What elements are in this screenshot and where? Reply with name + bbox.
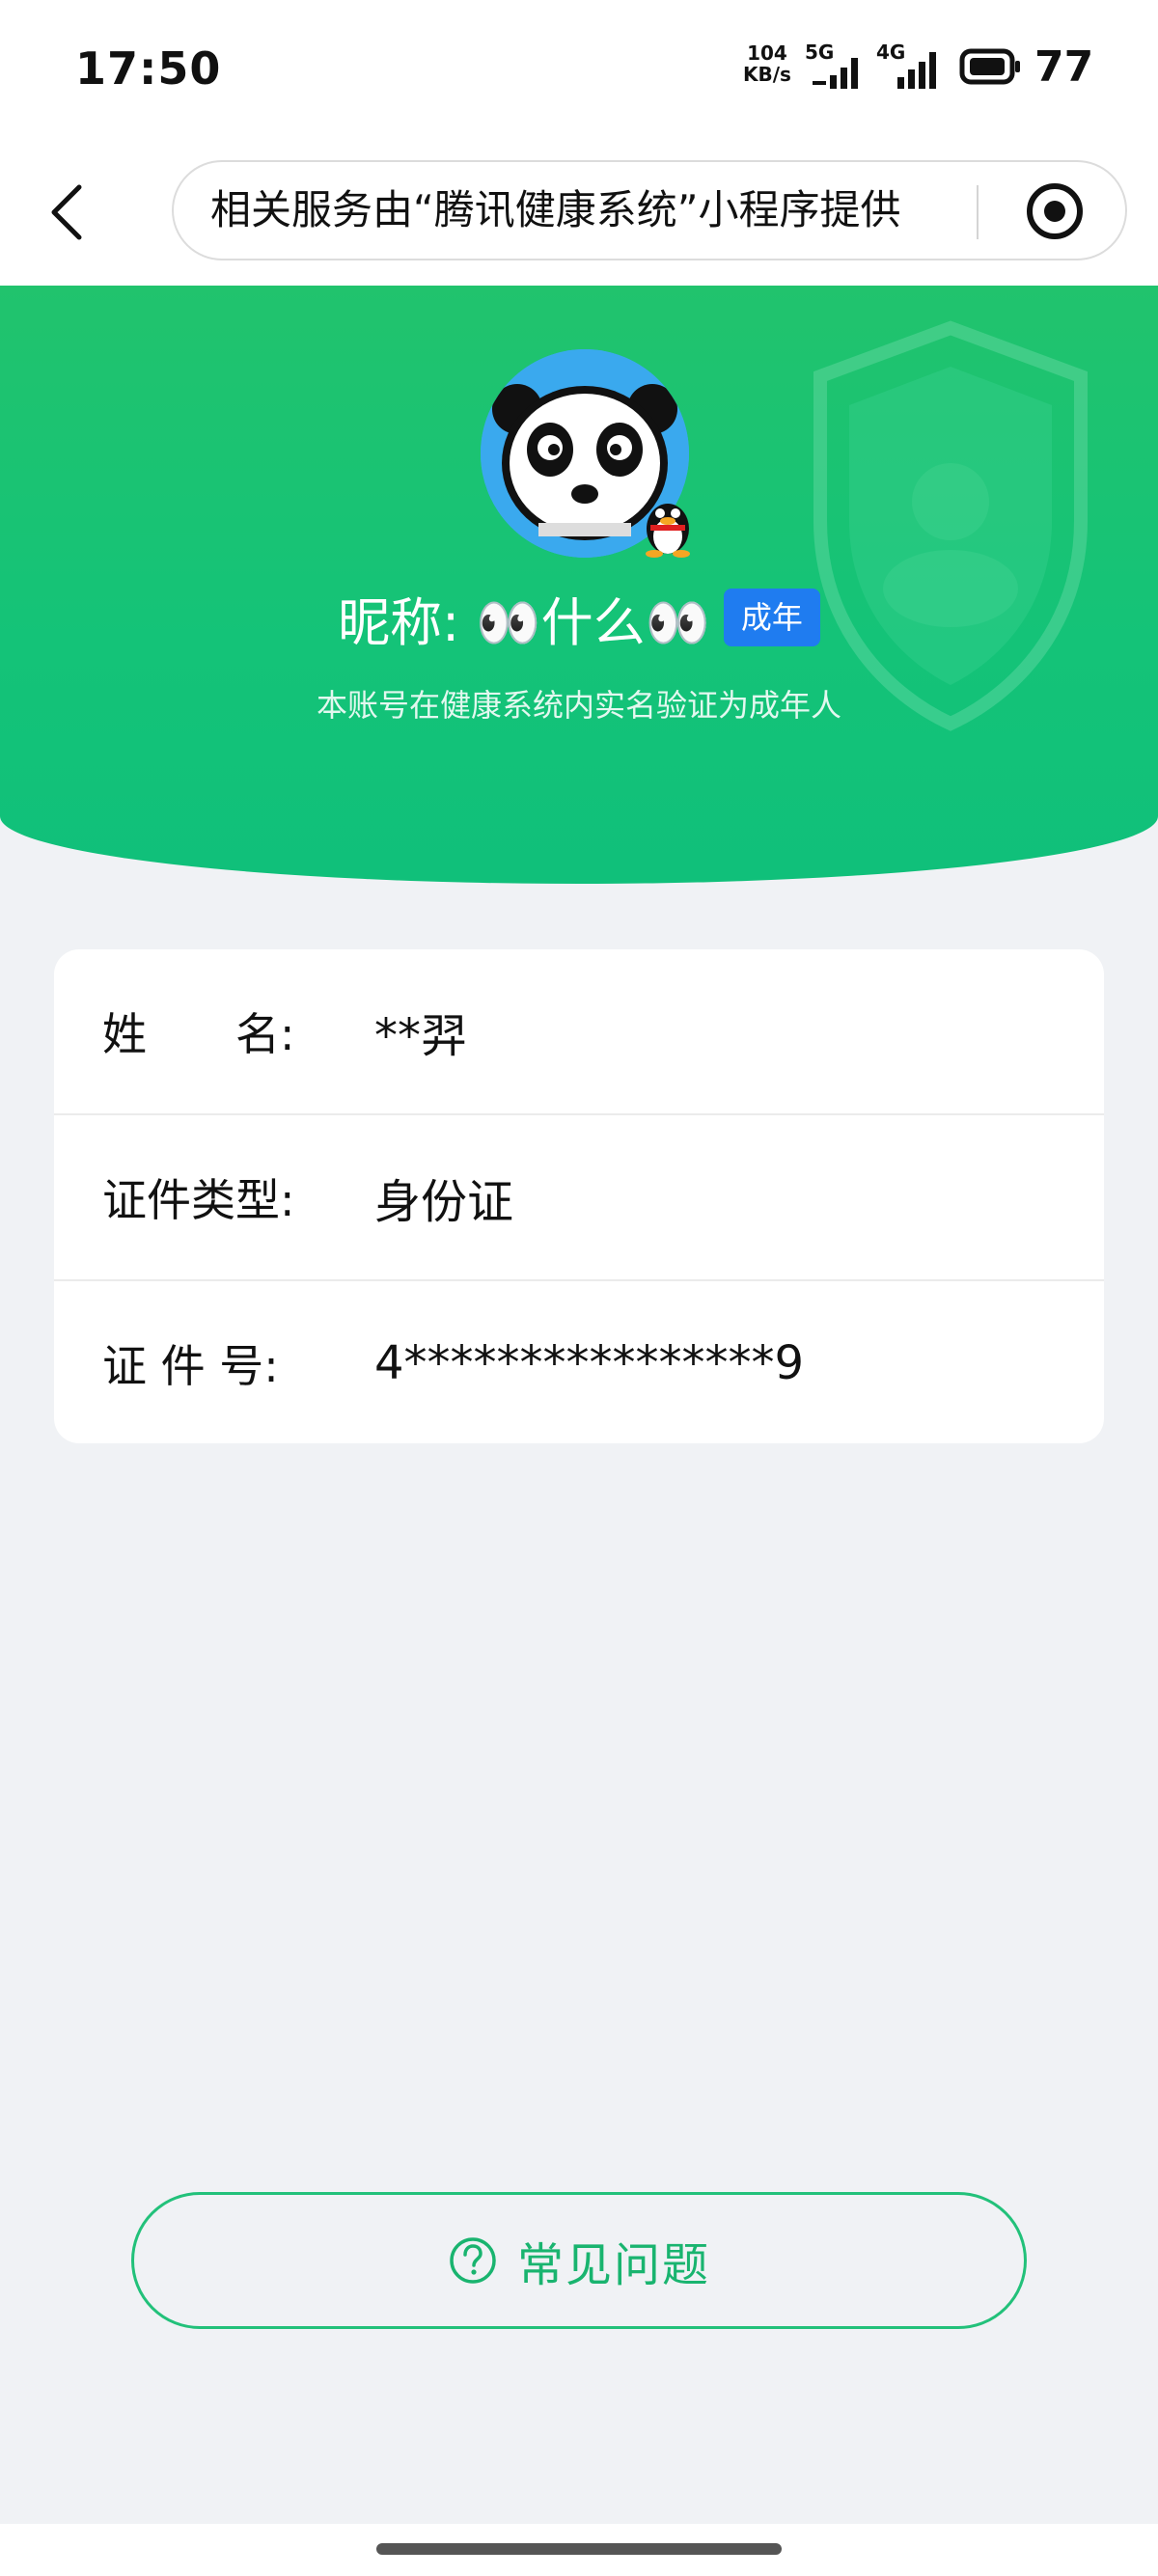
signal-4g-icon [897,52,936,89]
id-type-label: 证件类型: [102,1174,295,1226]
verification-text: 本账号在健康系统内实名验证为成年人 [316,687,841,724]
nav-divider [977,185,979,239]
target-icon[interactable] [1023,179,1087,243]
adult-badge: 成年 [723,589,820,646]
battery-percent: 77 [1034,42,1094,92]
info-row-id-number: 证 件 号: 4****************9 [54,1281,1104,1445]
back-button[interactable] [29,164,106,260]
id-number-label: 证 件 号: [102,1340,279,1392]
id-number-value: 4****************9 [374,1336,805,1390]
shield-icon [813,320,1088,731]
nickname-row: 昵称: 👀什么👀 成年 [0,579,1158,656]
signal-5g-icon [813,58,858,89]
network-speed-value: 104 [747,41,787,65]
faq-label: 常见问题 [516,2238,710,2292]
network-speed: 104 KB/s [743,42,791,85]
info-row-name: 姓 名: **羿 [54,949,1104,1113]
nav-title: 相关服务由“腾讯健康系统”小程序提供 [210,186,901,233]
question-circle-icon [450,2237,496,2284]
name-value: **羿 [374,1009,468,1063]
chevron-left-icon [51,184,82,240]
battery-icon [959,48,1020,85]
status-time: 17:50 [75,42,222,95]
faq-button[interactable]: 常见问题 [131,2192,1027,2329]
network-speed-unit: KB/s [743,63,791,86]
home-indicator[interactable] [376,2543,782,2555]
info-row-id-type: 证件类型: 身份证 [54,1115,1104,1279]
id-type-value: 身份证 [374,1175,514,1229]
nickname: 昵称: 👀什么👀 [338,591,710,653]
qq-penguin-icon [646,504,690,558]
name-label: 姓 名: [102,1008,295,1060]
